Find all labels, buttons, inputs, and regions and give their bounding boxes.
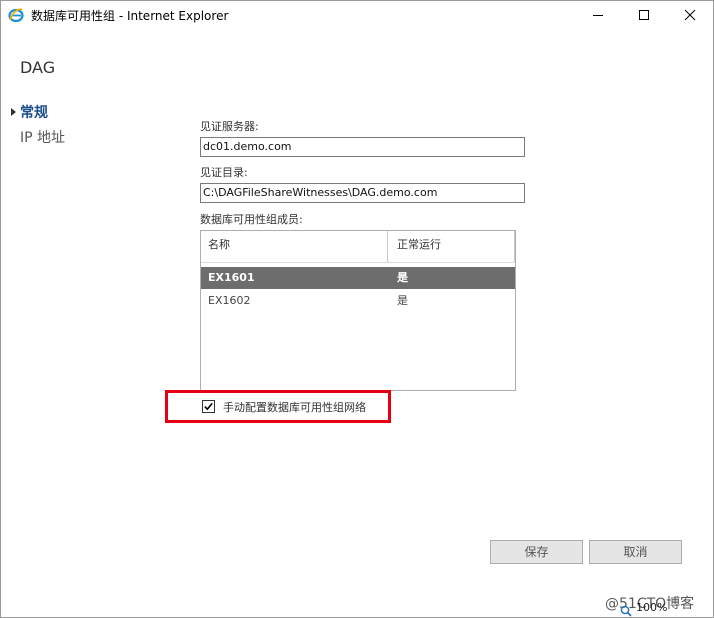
close-icon [684, 9, 696, 21]
column-header-status[interactable]: 正常运行 [389, 231, 515, 262]
checkmark-icon [204, 402, 213, 411]
zoom-icon[interactable] [620, 602, 632, 617]
cancel-button[interactable]: 取消 [589, 540, 682, 564]
dialog-title: DAG [20, 58, 56, 77]
nav-item-label: 常规 [20, 105, 48, 121]
minimize-button[interactable] [575, 1, 621, 29]
nav-item-general[interactable]: 常规 [11, 102, 48, 122]
column-header-name[interactable]: 名称 [201, 231, 388, 262]
table-row[interactable]: EX1602 是 [201, 290, 515, 312]
member-status: 是 [397, 294, 408, 307]
witness-directory-label: 见证目录: [200, 166, 248, 179]
manual-network-label[interactable]: 手动配置数据库可用性组网络 [223, 399, 366, 415]
zoom-level[interactable]: 100% [636, 601, 667, 614]
ie-icon [8, 7, 24, 23]
members-table[interactable]: 名称 正常运行 EX1601 是 EX1602 是 [200, 230, 516, 391]
witness-server-input[interactable]: dc01.demo.com [200, 137, 525, 157]
manual-network-checkbox[interactable] [202, 400, 215, 413]
member-status: 是 [397, 271, 408, 284]
maximize-icon [639, 10, 649, 20]
members-label: 数据库可用性组成员: [200, 213, 303, 226]
witness-directory-input[interactable]: C:\DAGFileShareWitnesses\DAG.demo.com [200, 183, 525, 203]
maximize-button[interactable] [621, 1, 667, 29]
minimize-icon [593, 15, 603, 16]
nav-item-ip-address[interactable]: IP 地址 [20, 127, 65, 147]
ie-window: 数据库可用性组 - Internet Explorer DAG 常规 IP 地址… [0, 0, 714, 618]
title-bar: 数据库可用性组 - Internet Explorer [1, 1, 713, 29]
witness-server-label: 见证服务器: [200, 120, 259, 133]
window-title: 数据库可用性组 - Internet Explorer [31, 9, 229, 23]
member-name: EX1601 [208, 271, 255, 284]
member-name: EX1602 [208, 294, 251, 307]
close-button[interactable] [667, 1, 713, 29]
table-header: 名称 正常运行 [201, 231, 515, 263]
table-row[interactable]: EX1601 是 [201, 267, 515, 289]
save-button[interactable]: 保存 [490, 540, 583, 564]
selected-arrow-icon [11, 108, 16, 116]
